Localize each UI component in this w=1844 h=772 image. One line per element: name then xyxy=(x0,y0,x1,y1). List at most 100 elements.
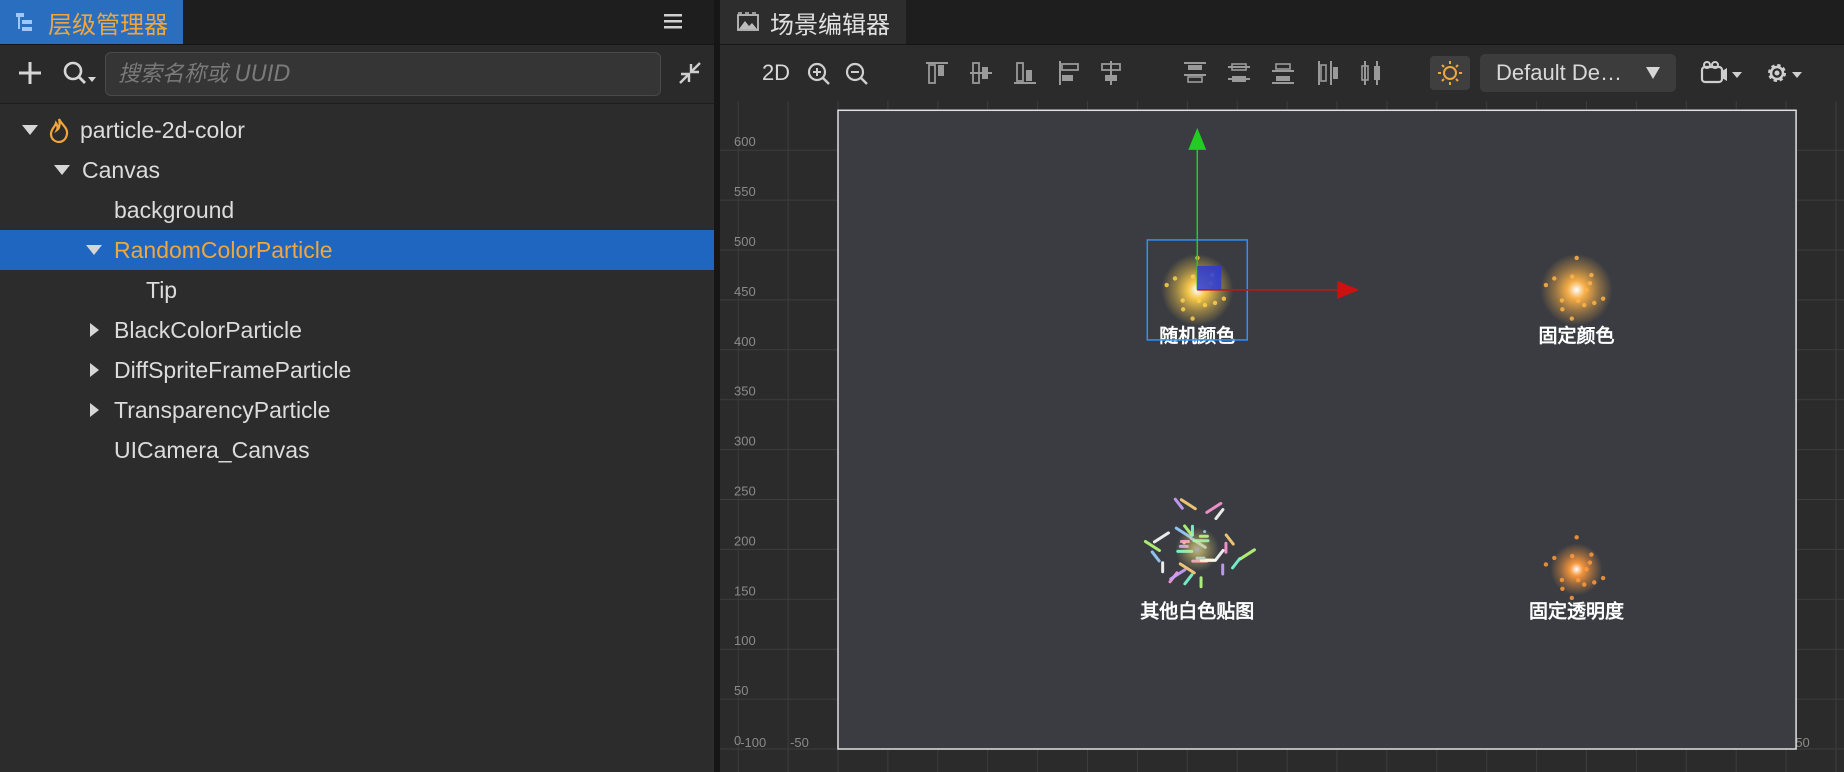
tree-node-uicamera-canvas[interactable]: UICamera_Canvas xyxy=(0,430,714,470)
zoom-in-icon[interactable] xyxy=(804,56,834,90)
ruler-y-label: 250 xyxy=(734,484,756,499)
expand-arrow-icon[interactable] xyxy=(52,160,72,180)
distribute-v-center-icon[interactable] xyxy=(1224,56,1254,90)
particle-dot xyxy=(1560,586,1565,591)
particle-label: 固定颜色 xyxy=(1539,324,1615,347)
caret-down-icon xyxy=(1646,67,1660,79)
ruler-y-label: 550 xyxy=(734,184,756,199)
tree-node-blackcolorparticle[interactable]: BlackColorParticle xyxy=(0,310,714,350)
particle-dot xyxy=(1212,300,1218,306)
tree-node-label: Canvas xyxy=(82,156,160,183)
tree-node-label: TransparencyParticle xyxy=(114,396,331,423)
canvas-frame xyxy=(837,109,1797,750)
particle-dot xyxy=(1570,274,1575,279)
tree-node-canvas[interactable]: Canvas xyxy=(0,150,714,190)
particle-label: 固定透明度 xyxy=(1529,599,1625,622)
tree-node-tip[interactable]: Tip xyxy=(0,270,714,310)
particle-glow xyxy=(1540,253,1613,326)
tree-node-label: Tip xyxy=(146,276,178,303)
scene-grid: -100 -50 0 50 100 150 200 250 300 350 400 450 500 550… xyxy=(720,101,1844,772)
tree-node-label: UICamera_Canvas xyxy=(114,436,310,463)
particle-dot xyxy=(1589,272,1594,278)
particle-dot xyxy=(1589,552,1594,557)
ruler-y-label: 400 xyxy=(734,334,756,349)
collapsed-arrow-icon[interactable] xyxy=(84,320,104,340)
particle-dot xyxy=(1190,274,1196,279)
ruler-y-label: 0 xyxy=(734,733,741,748)
ruler-y-label: 600 xyxy=(734,134,756,149)
menu-icon[interactable] xyxy=(660,9,686,33)
particle-dot xyxy=(1574,255,1579,261)
particle-dot xyxy=(1221,296,1227,301)
particle-dot xyxy=(1574,535,1579,540)
expand-arrow-icon[interactable] xyxy=(84,240,104,260)
tree-node-transparencyparticle[interactable]: TransparencyParticle xyxy=(0,390,714,430)
hierarchy-tab[interactable]: 层级管理器 xyxy=(0,0,183,44)
particle-label: 其他白色贴图 xyxy=(1140,599,1254,622)
tree-node-background[interactable]: background xyxy=(0,190,714,230)
node-tree: particle-2d-color Canvas background Rand… xyxy=(0,110,714,470)
scene-toolbar: 2D Default De… xyxy=(720,45,1844,101)
2d-mode-button[interactable]: 2D xyxy=(756,56,796,90)
tree-node-label: background xyxy=(114,196,235,223)
align-bottom-icon[interactable] xyxy=(1010,56,1040,90)
particle-dot xyxy=(1584,287,1589,293)
particle-dot xyxy=(1164,282,1169,288)
search-icon[interactable] xyxy=(60,57,100,89)
distribute-bottom-icon[interactable] xyxy=(1268,56,1298,90)
tree-node-randomcolorparticle[interactable]: RandomColorParticle xyxy=(0,230,714,270)
align-h-center-icon[interactable] xyxy=(1096,56,1126,90)
particle-dot xyxy=(1180,307,1186,312)
particle-dot xyxy=(1576,298,1581,303)
hierarchy-toolbar xyxy=(0,45,714,104)
particle-dot xyxy=(1587,280,1593,286)
gizmo-center-handle xyxy=(1197,265,1222,290)
tree-node-diffspriteframeparticle[interactable]: DiffSpriteFrameParticle xyxy=(0,350,714,390)
settings-icon[interactable] xyxy=(1760,56,1810,90)
hierarchy-panel: 层级管理器 搜索名称或 UUID particle-2d-color Canva… xyxy=(0,0,714,772)
particle-dot xyxy=(1584,567,1589,572)
particle-dot xyxy=(1569,316,1575,321)
distribute-h-center-icon[interactable] xyxy=(1356,56,1386,90)
tree-node-particle-2d-color[interactable]: particle-2d-color xyxy=(0,110,714,150)
ruler-x-label: -50 xyxy=(790,735,809,750)
search-input[interactable] xyxy=(105,52,661,96)
collapsed-arrow-icon[interactable] xyxy=(84,400,104,420)
tree-node-label: DiffSpriteFrameParticle xyxy=(114,356,352,383)
hierarchy-tabbar: 层级管理器 xyxy=(0,0,714,45)
expand-arrow-icon[interactable] xyxy=(20,120,40,140)
collapse-all-icon[interactable] xyxy=(676,59,704,87)
distribute-top-icon[interactable] xyxy=(1180,56,1210,90)
particle-dot xyxy=(1582,582,1587,587)
ruler-y-label: 50 xyxy=(734,683,748,698)
align-top-icon[interactable] xyxy=(922,56,952,90)
align-left-icon[interactable] xyxy=(1054,56,1084,90)
distribute-left-icon[interactable] xyxy=(1312,56,1342,90)
add-node-button[interactable] xyxy=(14,57,46,89)
particle-dot xyxy=(1543,282,1549,288)
particle-dot xyxy=(1587,560,1593,565)
ruler-y-label: 300 xyxy=(734,434,756,449)
gizmo-light-icon[interactable] xyxy=(1430,56,1470,90)
particle-label: 随机颜色 xyxy=(1159,324,1235,347)
ruler-x-label: -100 xyxy=(740,735,766,750)
design-resolution-select[interactable]: Default De… xyxy=(1480,54,1676,92)
ruler-y-label: 150 xyxy=(734,583,756,598)
particle-dot xyxy=(1190,316,1195,321)
tree-node-label: particle-2d-color xyxy=(80,116,245,143)
zoom-out-icon[interactable] xyxy=(842,56,872,90)
particle-dot xyxy=(1172,276,1178,281)
hierarchy-icon xyxy=(16,13,32,31)
scene-viewport[interactable]: -100 -50 0 50 100 150 200 250 300 350 400 450 500 550… xyxy=(720,101,1844,772)
scene-tab[interactable]: 场景编辑器 xyxy=(720,0,906,44)
particle-dot xyxy=(1559,577,1565,583)
particle-dot xyxy=(1570,553,1575,559)
camera-icon[interactable] xyxy=(1696,56,1746,90)
particle-glow xyxy=(1175,527,1220,572)
align-v-center-icon[interactable] xyxy=(966,56,996,90)
collapsed-arrow-icon[interactable] xyxy=(84,360,104,380)
particle-dot xyxy=(1600,575,1606,581)
ruler-y-label: 450 xyxy=(734,284,756,299)
hierarchy-tab-title: 层级管理器 xyxy=(48,10,168,39)
particle-dot xyxy=(1560,307,1565,312)
